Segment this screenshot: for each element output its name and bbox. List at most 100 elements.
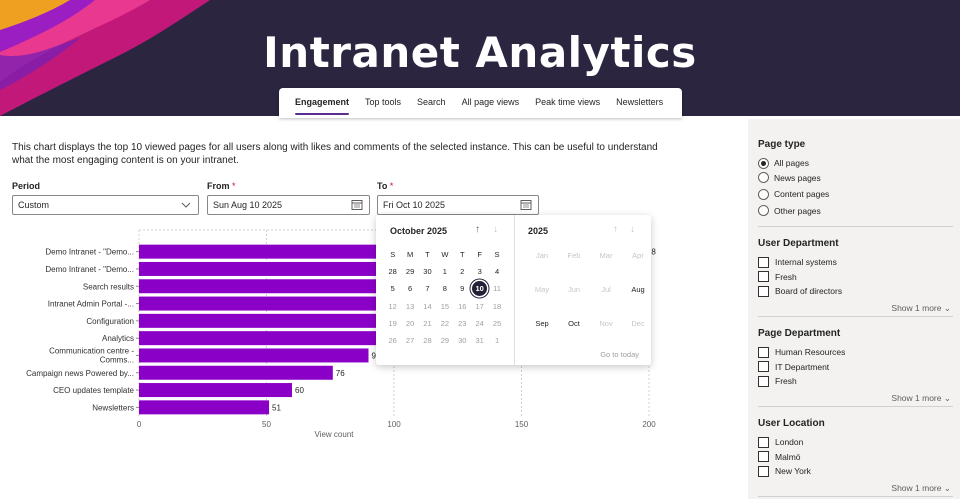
calendar-day[interactable]: 20 [401,315,418,332]
chevron-down-icon: ⌄ [943,392,951,403]
calendar-day[interactable]: 28 [384,263,401,280]
calendar-day[interactable]: 15 [436,298,453,315]
calendar-day[interactable]: 17 [471,298,488,315]
to-date-field[interactable]: Fri Oct 10 2025 [377,195,539,215]
arrow-down-icon[interactable]: ↓ [630,224,635,235]
page-type-option[interactable]: Other pages [758,204,953,219]
tab-top-tools[interactable]: Top tools [357,88,409,118]
go-to-today-link[interactable]: Go to today [600,350,639,359]
calendar-day[interactable]: 16 [454,298,471,315]
calendar-day[interactable]: 19 [384,315,401,332]
user-department-option[interactable]: Board of directors [758,284,953,299]
page-department-option[interactable]: Human Resources [758,345,953,360]
user-department-option[interactable]: Fresh [758,270,953,285]
calendar-day[interactable]: 2 [454,263,471,280]
calendar-day[interactable]: 24 [471,315,488,332]
calendar-month[interactable]: Jul [590,280,622,314]
calendar-day[interactable]: 4 [488,263,505,280]
checkbox[interactable] [758,375,769,387]
period-label: Period [12,181,41,191]
calendar-day[interactable]: 12 [384,298,401,315]
arrow-up-icon[interactable]: ↑ [613,224,618,235]
radio[interactable] [758,172,769,184]
tab-all-page-views[interactable]: All page views [454,88,528,118]
tab-engagement[interactable]: Engagement [287,88,357,118]
page-type-option[interactable]: Content pages [758,187,953,202]
category-label: Intranet Admin Portal -... [48,300,134,309]
arrow-up-icon[interactable]: ↑ [475,224,480,235]
calendar-month[interactable]: Dec [622,314,654,348]
calendar-month[interactable]: May [526,280,558,314]
calendar-day[interactable]: 23 [454,315,471,332]
calendar-day[interactable]: 21 [419,315,436,332]
arrow-down-icon[interactable]: ↓ [493,224,498,235]
calendar-month[interactable]: Jan [526,246,558,280]
calendar-day[interactable]: 7 [419,280,436,297]
calendar-month[interactable]: Apr [622,246,654,280]
calendar-day[interactable]: 14 [419,298,436,315]
calendar-month[interactable]: Oct [558,314,590,348]
calendar-day[interactable]: 27 [401,332,418,349]
calendar-month[interactable]: Nov [590,314,622,348]
calendar-month[interactable]: Feb [558,246,590,280]
checkbox[interactable] [758,361,769,373]
page-department-option[interactable]: IT Department [758,360,953,375]
checkbox[interactable] [758,285,769,297]
tab-search[interactable]: Search [409,88,454,118]
from-date-field[interactable]: Sun Aug 10 2025 [207,195,370,215]
data-label: 51 [272,403,281,412]
checkbox[interactable] [758,451,769,463]
calendar-day[interactable]: 31 [471,332,488,349]
calendar-day[interactable]: 28 [419,332,436,349]
page-type-option[interactable]: News pages [758,171,953,186]
calendar-day[interactable]: 30 [419,263,436,280]
calendar-day[interactable]: 9 [454,280,471,297]
checkbox[interactable] [758,465,769,477]
radio-selected[interactable] [758,157,769,169]
calendar-day[interactable]: 26 [384,332,401,349]
page-type-option[interactable]: All pages [758,156,953,171]
calendar-day[interactable]: 8 [436,280,453,297]
calendar-day[interactable]: 30 [454,332,471,349]
calendar-day[interactable]: 13 [401,298,418,315]
x-tick-label: 150 [515,420,529,429]
period-dropdown[interactable]: Custom [12,195,199,215]
selected-day[interactable]: 10 [472,281,488,297]
page-department-heading: Page Department [758,328,841,339]
checkbox[interactable] [758,271,769,283]
calendar-day[interactable]: 1 [436,263,453,280]
calendar-day[interactable]: 5 [384,280,401,297]
calendar-day[interactable]: 11 [488,280,505,297]
calendar-day[interactable]: 22 [436,315,453,332]
calendar-month[interactable]: Sep [526,314,558,348]
radio[interactable] [758,205,769,217]
checkbox[interactable] [758,436,769,448]
page-department-show-more[interactable]: Show 1 more ⌄ [758,393,953,404]
user-location-option[interactable]: Malmö [758,450,953,465]
checkbox[interactable] [758,346,769,358]
calendar-day[interactable]: 29 [436,332,453,349]
user-department-option[interactable]: Internal systems [758,255,953,270]
category-label: Comms... [100,355,134,364]
calendar-day[interactable]: 18 [488,298,505,315]
user-location-option[interactable]: New York [758,464,953,479]
calendar-month[interactable]: Jun [558,280,590,314]
calendar-day[interactable]: 1 [488,332,505,349]
calendar-day[interactable]: 6 [401,280,418,297]
calendar-month[interactable]: Aug [622,280,654,314]
pane-divider [758,316,953,317]
calendar-month[interactable]: Mar [590,246,622,280]
calendar-day[interactable]: 10 [471,280,488,297]
calendar-day[interactable]: 29 [401,263,418,280]
page-department-option[interactable]: Fresh [758,374,953,389]
user-location-show-more[interactable]: Show 1 more ⌄ [758,483,953,494]
radio[interactable] [758,188,769,200]
tab-newsletters[interactable]: Newsletters [608,88,671,118]
checkbox[interactable] [758,256,769,268]
tab-peak-time-views[interactable]: Peak time views [527,88,608,118]
calendar-day[interactable]: 3 [471,263,488,280]
category-label: Search results [83,282,134,291]
user-location-option[interactable]: London [758,435,953,450]
user-department-show-more[interactable]: Show 1 more ⌄ [758,303,953,314]
calendar-day[interactable]: 25 [488,315,505,332]
